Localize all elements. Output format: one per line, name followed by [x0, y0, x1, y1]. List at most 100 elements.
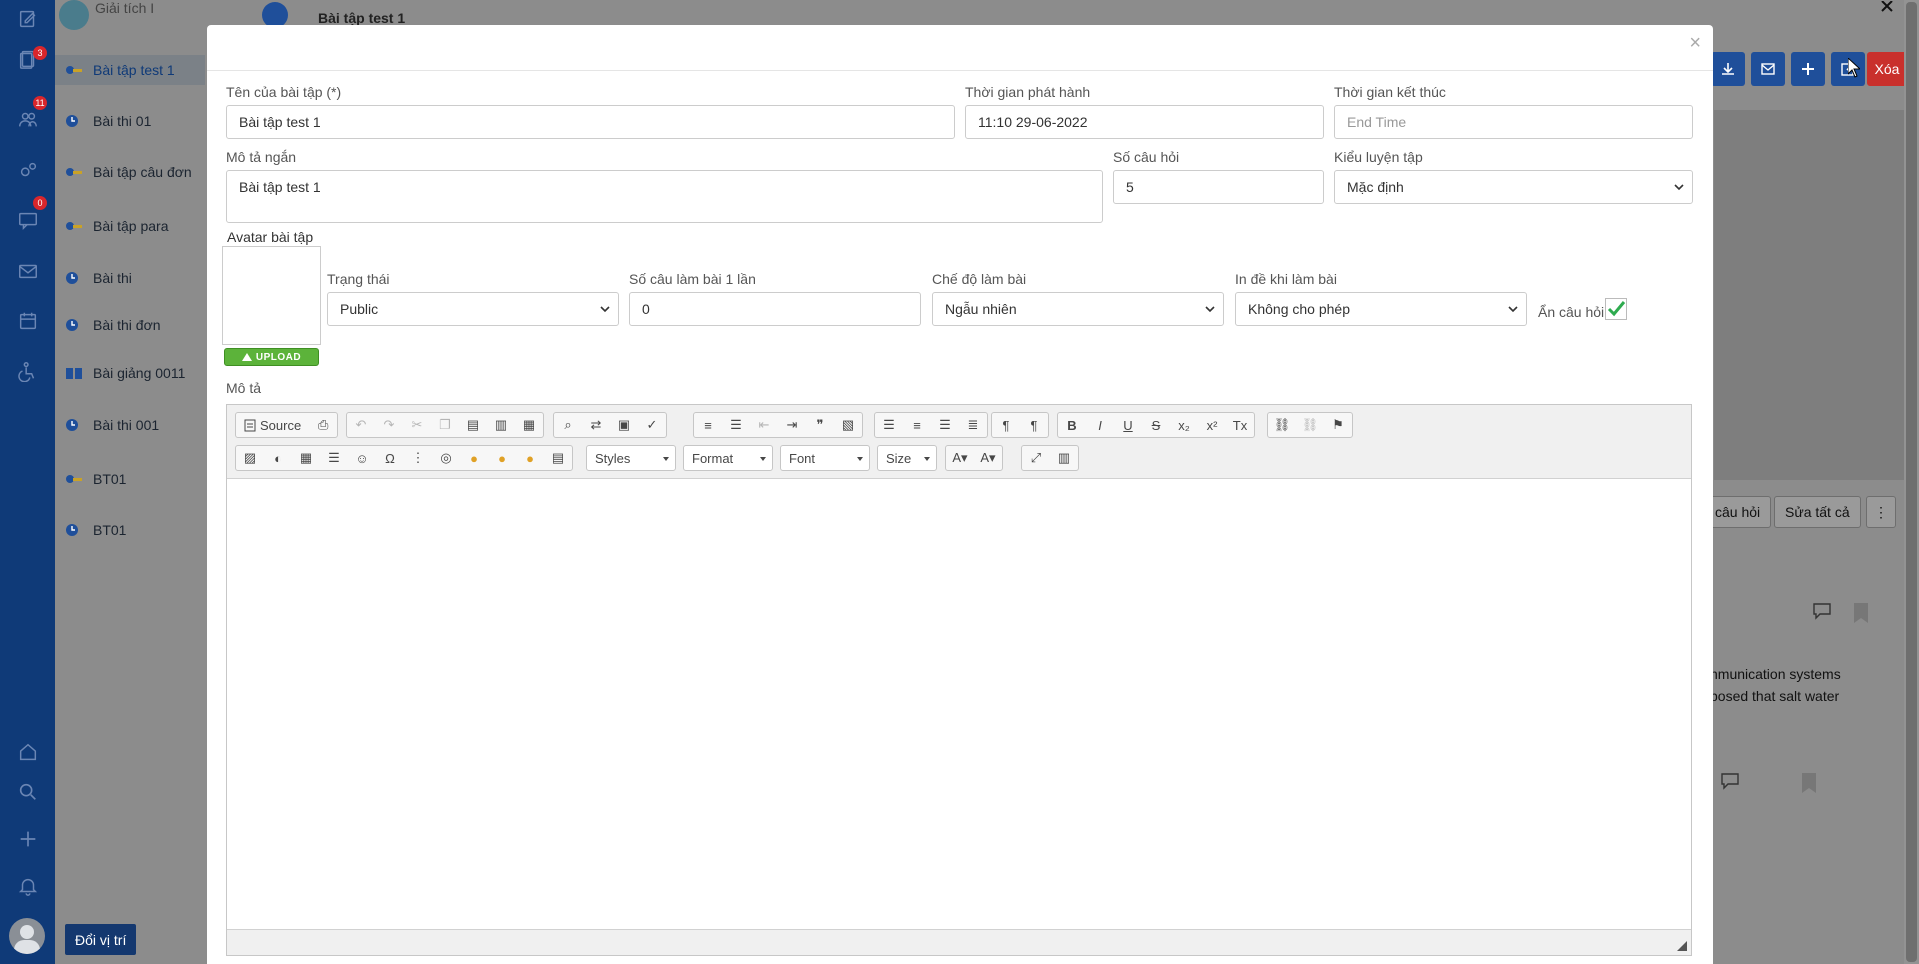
edit-icon[interactable] [14, 5, 42, 33]
find-icon[interactable]: ⌕ [554, 413, 582, 437]
outdent-icon[interactable]: ⇤ [750, 413, 778, 437]
list-item[interactable]: Bài tập câu đơn [65, 157, 192, 187]
list-item[interactable]: BT01 [65, 515, 126, 545]
image-icon[interactable]: ▨ [236, 446, 264, 470]
strikethrough-icon[interactable]: S [1142, 413, 1170, 437]
font-combo[interactable]: Font [780, 445, 870, 471]
spellcheck-icon[interactable]: ✓ [638, 413, 666, 437]
anchor-icon[interactable]: ⚑ [1324, 413, 1352, 437]
subscript-icon[interactable]: x₂ [1170, 413, 1198, 437]
bg-color-icon[interactable]: A▾ [974, 446, 1002, 470]
search-icon[interactable] [14, 778, 42, 806]
download-button[interactable] [1711, 52, 1745, 86]
list-item[interactable]: Bài thi 01 [65, 106, 151, 136]
list-item[interactable]: Bài thi đơn [65, 310, 161, 340]
format-combo[interactable]: Format [683, 445, 773, 471]
paste-icon[interactable]: ▤ [459, 413, 487, 437]
close-icon[interactable]: × [1689, 33, 1701, 53]
release-time-input[interactable]: 11:10 29-06-2022 [965, 105, 1324, 139]
avatar[interactable] [9, 918, 45, 954]
undo-icon[interactable]: ↶ [347, 413, 375, 437]
emoji-icon[interactable]: ● [516, 446, 544, 470]
copy-icon[interactable]: ❐ [431, 413, 459, 437]
flash-icon[interactable]: ◐ [264, 446, 292, 470]
emoji-icon[interactable]: ● [460, 446, 488, 470]
unlink-icon[interactable]: ⛓ [1296, 413, 1324, 437]
status-select[interactable]: Public [327, 292, 619, 326]
end-time-input[interactable]: End Time [1334, 105, 1693, 139]
cut-icon[interactable]: ✂ [403, 413, 431, 437]
list-item[interactable]: BT01 [65, 464, 126, 494]
paste-text-icon[interactable]: ▥ [487, 413, 515, 437]
upload-button[interactable]: UPLOAD [224, 348, 319, 366]
chat-icon[interactable] [14, 206, 42, 234]
question-count-input[interactable]: 5 [1113, 170, 1324, 204]
edit-all-button[interactable]: Sửa tất cả [1774, 496, 1861, 528]
more-button[interactable]: ⋮ [1866, 496, 1896, 528]
accessibility-icon[interactable] [14, 357, 42, 385]
bookmark-icon[interactable] [1800, 772, 1818, 794]
delete-button[interactable]: Xóa [1867, 52, 1907, 86]
italic-icon[interactable]: I [1086, 413, 1114, 437]
per-attempt-input[interactable]: 0 [629, 292, 921, 326]
title-input[interactable]: Bài tập test 1 [226, 105, 955, 139]
list-item[interactable]: Bài tập para [65, 211, 169, 241]
styles-combo[interactable]: Styles [586, 445, 676, 471]
mail-icon[interactable] [14, 257, 42, 285]
mode-select[interactable]: Ngẫu nhiên [932, 292, 1224, 326]
source-button[interactable]: Source [236, 413, 309, 437]
calendar-icon[interactable] [14, 307, 42, 335]
close-icon[interactable] [1880, 0, 1894, 12]
hide-question-checkbox[interactable] [1605, 298, 1627, 320]
smiley-icon[interactable]: ☺ [348, 446, 376, 470]
bell-icon[interactable] [14, 872, 42, 900]
show-blocks-icon[interactable]: ▥ [1050, 446, 1078, 470]
superscript-icon[interactable]: x² [1198, 413, 1226, 437]
numbered-list-icon[interactable]: ≡ [694, 413, 722, 437]
question-button[interactable]: câu hỏi [1704, 496, 1772, 528]
rtl-icon[interactable]: ¶ [1020, 413, 1048, 437]
redo-icon[interactable]: ↷ [375, 413, 403, 437]
list-item[interactable]: Bài tập test 1 [55, 55, 205, 85]
underline-icon[interactable]: U [1114, 413, 1142, 437]
align-center-icon[interactable]: ≡ [903, 413, 931, 437]
practice-type-select[interactable]: Mặc định [1334, 170, 1693, 204]
preview-icon[interactable]: ⎙ [309, 413, 337, 437]
maximize-icon[interactable]: ⤢ [1022, 446, 1050, 470]
blockquote-icon[interactable]: ❞ [806, 413, 834, 437]
switch-position-button[interactable]: Đổi vị trí [65, 924, 137, 955]
short-description-textarea[interactable]: Bài tập test 1 [226, 170, 1103, 223]
remove-format-icon[interactable]: Tx [1226, 413, 1254, 437]
indent-icon[interactable]: ⇥ [778, 413, 806, 437]
text-color-icon[interactable]: A▾ [946, 446, 974, 470]
settings-icon[interactable] [14, 156, 42, 184]
list-item[interactable]: Bài thi [65, 263, 132, 293]
bold-icon[interactable]: B [1058, 413, 1086, 437]
list-item[interactable]: Bài thi 001 [65, 410, 159, 440]
replace-icon[interactable]: ⇄ [582, 413, 610, 437]
page-break-icon[interactable]: ⋮ [404, 446, 432, 470]
home-icon[interactable] [14, 738, 42, 766]
print-select[interactable]: Không cho phép [1235, 292, 1527, 326]
comment-icon[interactable] [1720, 772, 1744, 792]
link-icon[interactable]: ⛓ [1268, 413, 1296, 437]
size-combo[interactable]: Size [877, 445, 937, 471]
add-button[interactable] [1791, 52, 1825, 86]
div-icon[interactable]: ▧ [834, 413, 862, 437]
mail-button[interactable] [1751, 52, 1785, 86]
resize-handle-icon[interactable] [1677, 941, 1687, 951]
iframe-icon[interactable]: ◎ [432, 446, 460, 470]
list-item[interactable]: Bài giảng 0011 [65, 358, 185, 388]
table-icon[interactable]: ▦ [292, 446, 320, 470]
comment-icon[interactable] [1812, 602, 1836, 622]
justify-icon[interactable]: ≣ [959, 413, 987, 437]
bullet-list-icon[interactable]: ☰ [722, 413, 750, 437]
plus-icon[interactable] [14, 825, 42, 853]
emoji-icon[interactable]: ● [488, 446, 516, 470]
paste-word-icon[interactable]: ▦ [515, 413, 543, 437]
align-left-icon[interactable]: ☰ [875, 413, 903, 437]
template-icon[interactable]: ▤ [544, 446, 572, 470]
scrollbar-thumb[interactable] [1906, 2, 1917, 962]
special-char-icon[interactable]: Ω [376, 446, 404, 470]
select-all-icon[interactable]: ▣ [610, 413, 638, 437]
